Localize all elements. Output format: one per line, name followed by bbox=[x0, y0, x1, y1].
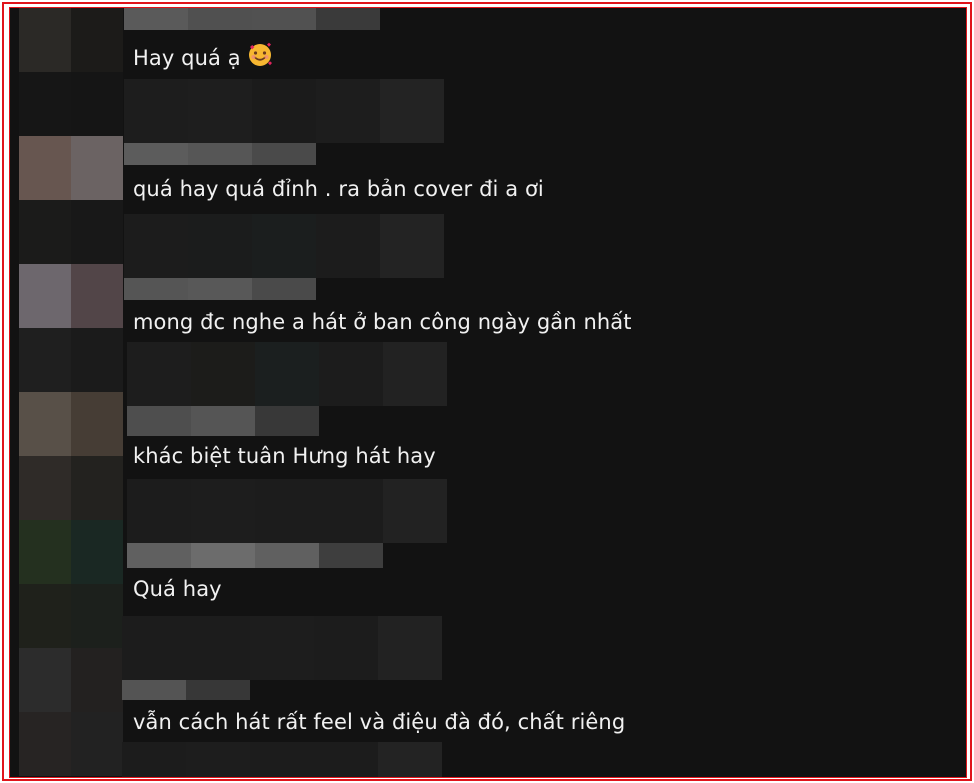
blurred-block bbox=[314, 616, 378, 680]
blurred-block bbox=[71, 72, 123, 136]
blurred-block bbox=[383, 479, 447, 543]
blurred-block bbox=[122, 742, 186, 777]
blurred-block bbox=[19, 200, 71, 264]
blurred-block bbox=[319, 543, 383, 568]
blurred-block bbox=[191, 479, 255, 543]
blurred-block bbox=[122, 616, 186, 680]
blurred-block bbox=[188, 8, 252, 30]
blurred-block bbox=[71, 8, 123, 72]
blurred-block bbox=[255, 479, 319, 543]
blurred-block bbox=[316, 8, 380, 30]
blurred-block bbox=[71, 136, 123, 200]
username-placeholder[interactable] bbox=[124, 143, 188, 165]
blurred-block bbox=[378, 742, 442, 777]
blurred-block bbox=[252, 79, 316, 143]
blurred-block bbox=[319, 479, 383, 543]
avatar[interactable] bbox=[19, 648, 71, 712]
blurred-block bbox=[186, 742, 250, 777]
blurred-block bbox=[250, 616, 314, 680]
blurred-block bbox=[124, 214, 188, 278]
blurred-block bbox=[383, 342, 447, 406]
blurred-block bbox=[188, 143, 252, 165]
blurred-block bbox=[250, 742, 314, 777]
blurred-block bbox=[127, 342, 191, 406]
blurred-block bbox=[316, 214, 380, 278]
blurred-block bbox=[188, 214, 252, 278]
blurred-block bbox=[316, 79, 380, 143]
username-placeholder[interactable] bbox=[124, 8, 188, 30]
blurred-block bbox=[252, 278, 316, 300]
comment-text: vẫn cách hát rất feel và điệu đà đó, chấ… bbox=[133, 710, 626, 734]
blurred-block bbox=[19, 72, 71, 136]
blurred-block bbox=[19, 712, 71, 776]
username-placeholder[interactable] bbox=[127, 406, 191, 436]
blurred-block bbox=[71, 392, 123, 456]
blurred-block bbox=[19, 8, 71, 72]
username-placeholder[interactable] bbox=[127, 543, 191, 568]
blurred-block bbox=[188, 278, 252, 300]
blurred-block bbox=[188, 79, 252, 143]
comment-text: Hay quá ạ bbox=[133, 42, 273, 74]
blurred-block bbox=[252, 214, 316, 278]
blurred-block bbox=[191, 342, 255, 406]
blurred-block bbox=[319, 342, 383, 406]
comment-text: mong đc nghe a hát ở ban công ngày gần n… bbox=[133, 310, 632, 334]
blurred-block bbox=[255, 406, 319, 436]
blurred-block bbox=[71, 200, 123, 264]
username-placeholder[interactable] bbox=[122, 680, 186, 700]
avatar[interactable] bbox=[19, 520, 71, 584]
blurred-block bbox=[127, 479, 191, 543]
avatar[interactable] bbox=[19, 136, 71, 200]
blurred-block bbox=[19, 456, 71, 520]
blurred-block bbox=[252, 8, 316, 30]
blurred-block bbox=[378, 616, 442, 680]
blurred-block bbox=[255, 543, 319, 568]
blurred-block bbox=[314, 742, 378, 777]
blurred-block bbox=[71, 520, 123, 584]
blurred-block bbox=[252, 143, 316, 165]
blurred-block bbox=[71, 648, 123, 712]
blurred-block bbox=[71, 712, 123, 776]
username-placeholder[interactable] bbox=[124, 278, 188, 300]
screenshot-frame: Hay quá ạ quá hay quá đỉnh . ra bản cove… bbox=[2, 2, 972, 781]
blurred-block bbox=[186, 680, 250, 700]
blurred-block bbox=[255, 342, 319, 406]
blurred-block bbox=[191, 406, 255, 436]
blurred-block bbox=[71, 456, 123, 520]
blurred-block bbox=[186, 616, 250, 680]
avatar[interactable] bbox=[19, 264, 71, 328]
blurred-block bbox=[380, 214, 444, 278]
blurred-block bbox=[380, 79, 444, 143]
comment-text: Quá hay bbox=[133, 577, 222, 601]
avatar[interactable] bbox=[19, 392, 71, 456]
blurred-block bbox=[71, 584, 123, 648]
blurred-block bbox=[71, 328, 123, 392]
blurred-block bbox=[19, 328, 71, 392]
comment-text: quá hay quá đỉnh . ra bản cover đi a ơi bbox=[133, 177, 544, 201]
blurred-block bbox=[191, 543, 255, 568]
avatar-column bbox=[19, 8, 123, 777]
comment-text: khác biệt tuân Hưng hát hay bbox=[133, 444, 436, 468]
smiling-face-with-hearts-emoji bbox=[247, 42, 273, 74]
comment-feed[interactable]: Hay quá ạ quá hay quá đỉnh . ra bản cove… bbox=[9, 7, 967, 778]
blurred-block bbox=[71, 264, 123, 328]
blurred-block bbox=[124, 79, 188, 143]
blurred-block bbox=[19, 584, 71, 648]
